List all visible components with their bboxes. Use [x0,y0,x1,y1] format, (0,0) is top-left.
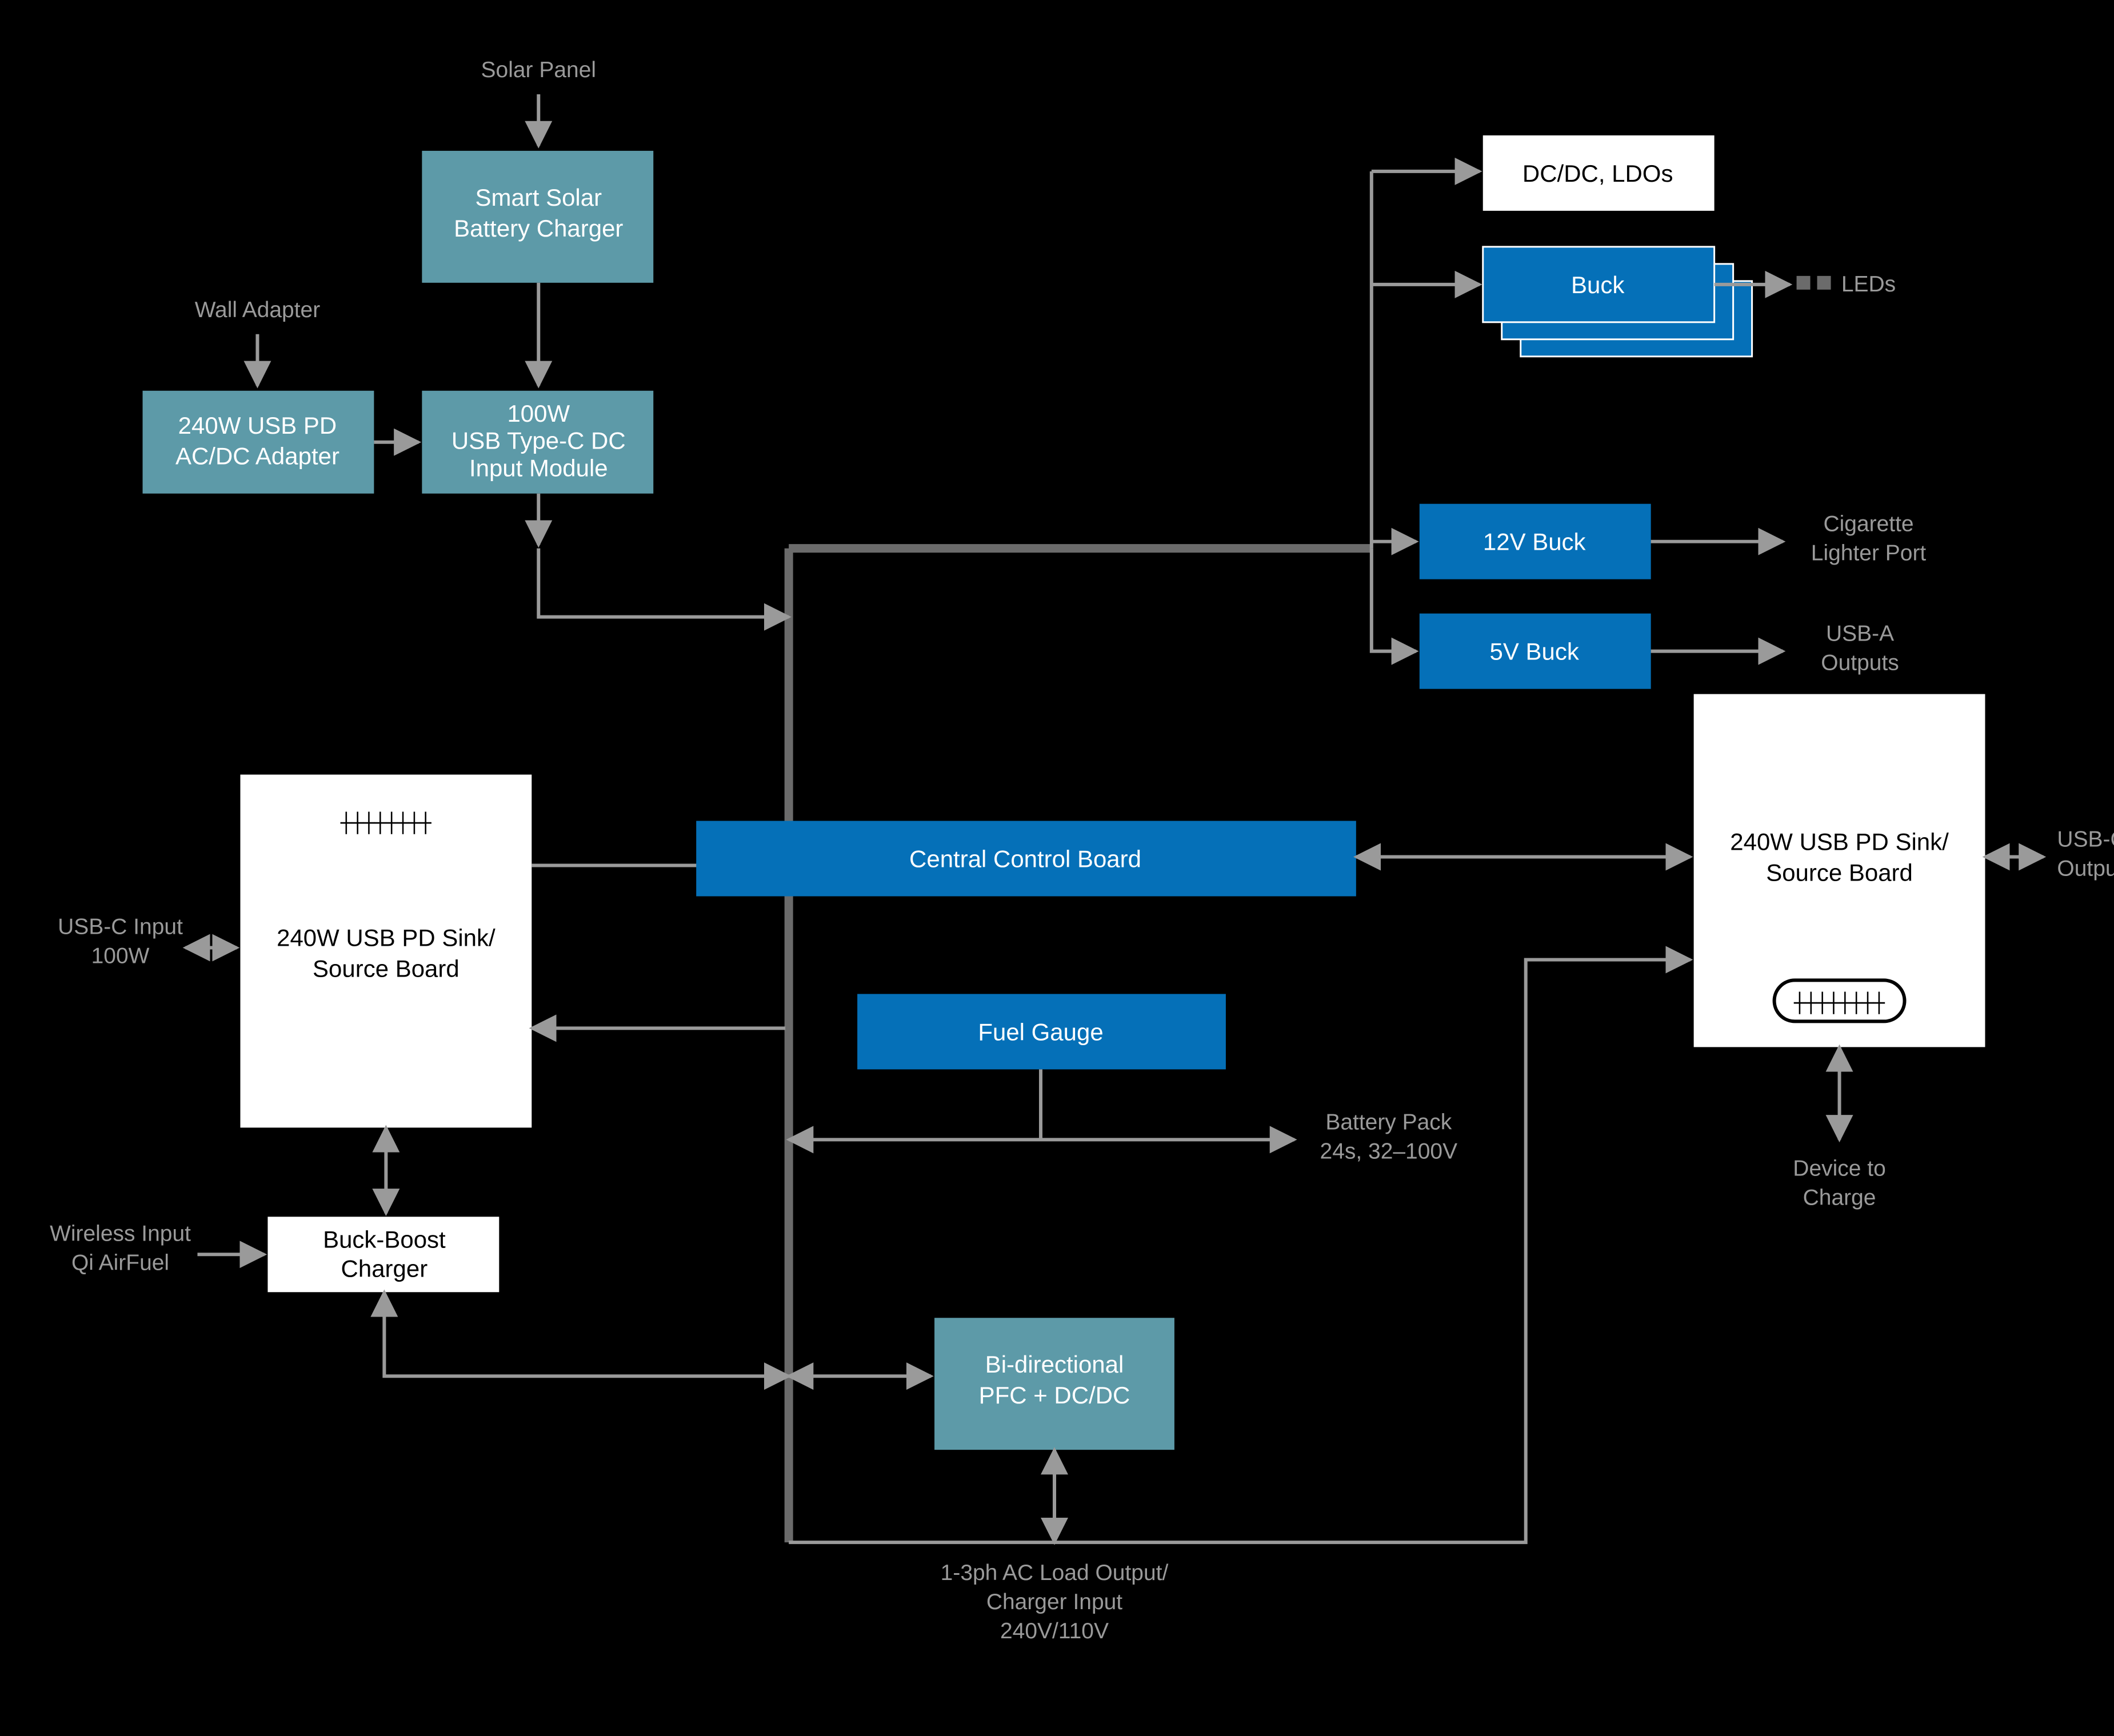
5v-buck: 5V Buck [1420,614,1651,689]
svg-text:240W USB PD Sink/: 240W USB PD Sink/ [277,924,495,951]
acdc-adapter: 240W USB PD AC/DC Adapter [143,391,374,494]
svg-text:Smart Solar: Smart Solar [475,184,602,211]
svg-text:240V/110V: 240V/110V [1000,1619,1109,1643]
svg-text:Bi-directional: Bi-directional [985,1351,1124,1378]
svg-text:USB-C Input/: USB-C Input/ [2057,827,2114,852]
svg-text:AC/DC Adapter: AC/DC Adapter [175,443,339,470]
svg-text:Lighter Port: Lighter Port [1811,541,1927,566]
svg-text:Central Control Board: Central Control Board [909,846,1141,873]
svg-text:USB Type-C DC: USB Type-C DC [451,427,626,454]
bidirectional-pfc: Bi-directional PFC + DC/DC [934,1318,1174,1450]
dcdc-ldos: DC/DC, LDOs [1483,135,1715,211]
svg-text:Wireless Input: Wireless Input [50,1221,191,1246]
buck-boost-charger: Buck-Boost Charger [267,1217,499,1292]
svg-text:Buck-Boost: Buck-Boost [323,1226,446,1253]
svg-text:Charger Input: Charger Input [986,1590,1122,1614]
sink-source-board-left: ┼┼┼┼┼┼┼┼ 240W USB PD Sink/ Source Board [240,775,532,1128]
svg-text:Charger: Charger [341,1255,428,1282]
svg-text:Outputs: Outputs [1821,651,1899,675]
svg-text:Source Board: Source Board [1766,859,1913,886]
svg-text:Output 240W: Output 240W [2057,856,2114,881]
svg-text:Battery Pack: Battery Pack [1325,1110,1452,1134]
svg-text:Qi AirFuel: Qi AirFuel [71,1250,169,1275]
svg-text:100W: 100W [91,943,150,968]
usbc-input-module: 100W USB Type-C DC Input Module [422,391,653,494]
svg-text:100W: 100W [507,400,570,427]
svg-text:240W USB PD: 240W USB PD [178,412,337,439]
svg-text:240W USB PD Sink/: 240W USB PD Sink/ [1730,829,1949,855]
svg-text:Buck: Buck [1571,271,1625,298]
svg-text:PFC + DC/DC: PFC + DC/DC [979,1382,1130,1409]
svg-text:Fuel Gauge: Fuel Gauge [978,1018,1103,1045]
svg-text:5V Buck: 5V Buck [1490,638,1580,665]
svg-text:USB-C Input: USB-C Input [58,914,183,939]
svg-text:24s, 32–100V: 24s, 32–100V [1320,1139,1458,1163]
central-control-board: Central Control Board [696,821,1356,897]
svg-text:Wall Adapter: Wall Adapter [195,298,321,322]
svg-text:Battery Charger: Battery Charger [454,215,623,242]
smart-solar-charger: Smart Solar Battery Charger [422,151,653,283]
svg-text:12V Buck: 12V Buck [1483,529,1587,555]
svg-text:DC/DC, LDOs: DC/DC, LDOs [1522,160,1673,187]
buck-stack: Buck [1483,247,1752,357]
svg-text:USB-A: USB-A [1826,622,1894,646]
svg-text:Cigarette: Cigarette [1823,512,1913,537]
svg-text:Charge: Charge [1803,1185,1876,1210]
svg-text:Input Module: Input Module [469,455,608,482]
svg-text:1-3ph AC Load Output/: 1-3ph AC Load Output/ [941,1561,1169,1585]
svg-text:Device to: Device to [1793,1156,1885,1181]
sink-source-board-right: 240W USB PD Sink/ Source Board ┼┼┼┼┼┼┼┼ [1694,694,1985,1047]
svg-text:LEDs: LEDs [1841,272,1896,297]
12v-buck: 12V Buck [1420,504,1651,579]
svg-text:┼┼┼┼┼┼┼┼: ┼┼┼┼┼┼┼┼ [1793,991,1885,1014]
svg-text:Solar Panel: Solar Panel [481,58,596,82]
svg-text:┼┼┼┼┼┼┼┼: ┼┼┼┼┼┼┼┼ [340,812,432,835]
fuel-gauge: Fuel Gauge [857,994,1226,1069]
svg-text:Source Board: Source Board [313,955,459,982]
